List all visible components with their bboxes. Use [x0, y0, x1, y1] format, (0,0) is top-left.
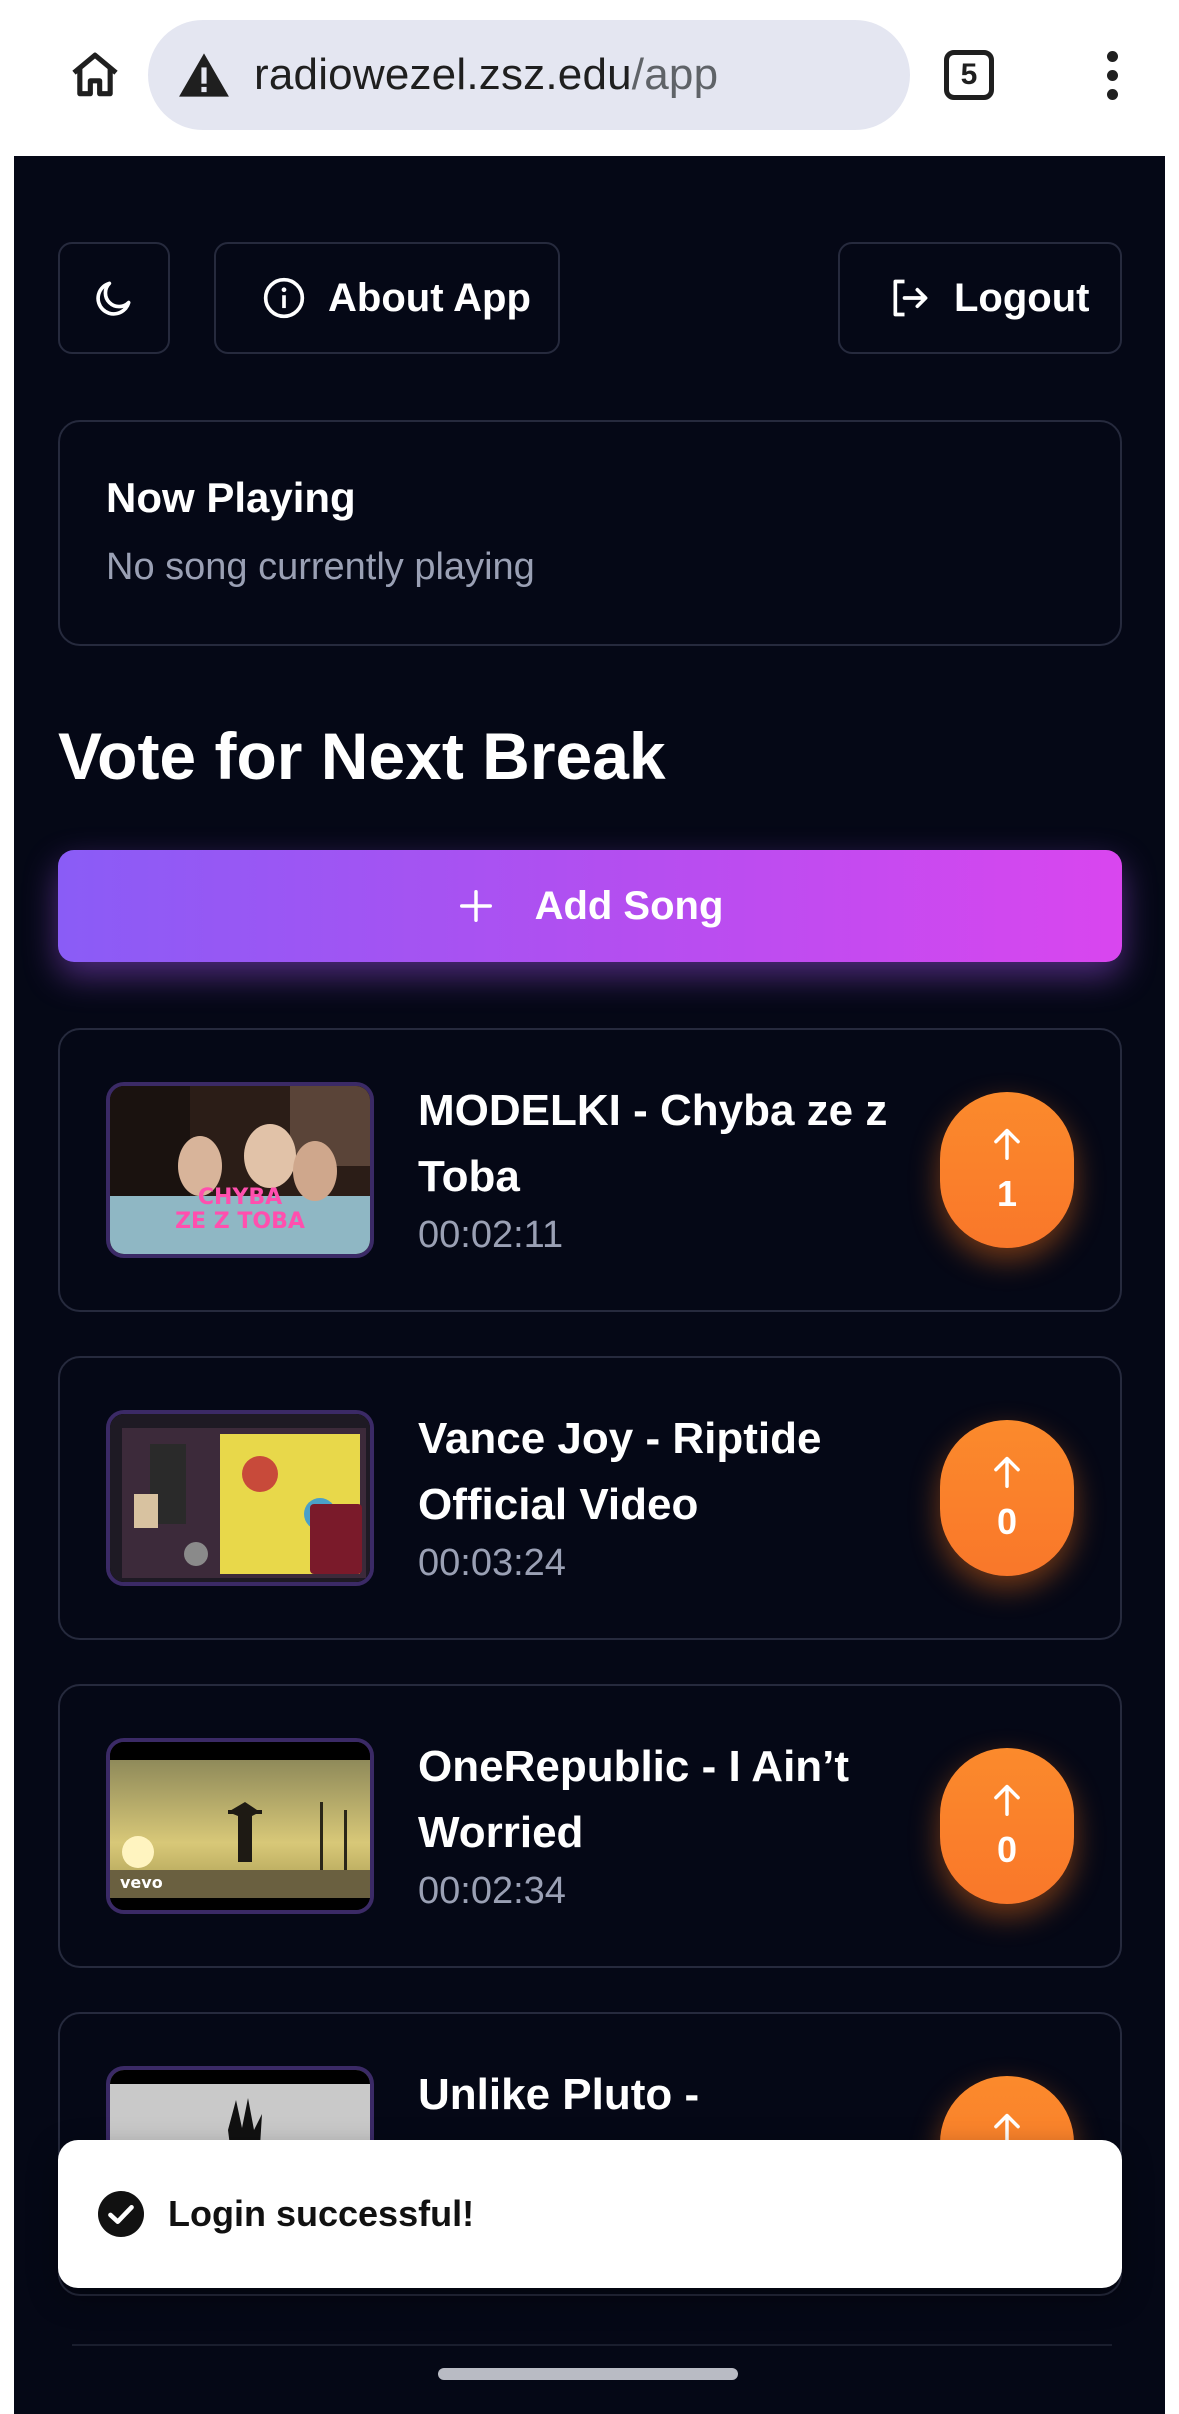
song-card: vevo OneRepublic - I Ain’t Worried 00:02… — [58, 1684, 1122, 1968]
moon-icon — [96, 281, 131, 316]
login-success-toast: Login successful! — [58, 2140, 1122, 2288]
theme-toggle-button[interactable] — [58, 242, 170, 354]
vevo-logo: vevo — [120, 1873, 163, 1892]
divider — [72, 2344, 1112, 2346]
upvote-button[interactable]: 0 — [940, 1420, 1074, 1576]
warning-icon[interactable] — [178, 49, 230, 101]
song-duration: 00:02:11 — [418, 1214, 564, 1256]
info-icon — [263, 277, 305, 319]
check-circle-icon — [98, 2191, 144, 2237]
song-duration: 00:02:34 — [418, 1870, 566, 1912]
song-title: Unlike Pluto - — [418, 2070, 700, 2119]
home-icon[interactable] — [50, 40, 140, 110]
address-bar[interactable]: radiowezel.zsz.edu/app — [148, 20, 910, 130]
about-app-button[interactable]: About App — [214, 242, 560, 354]
song-card: Vance Joy - Riptide Official Video 00:03… — [58, 1356, 1122, 1640]
logout-icon — [893, 279, 928, 317]
upvote-button[interactable]: 0 — [940, 1748, 1074, 1904]
url-path: /app — [631, 50, 719, 99]
plus-icon — [459, 890, 492, 922]
gesture-home-indicator[interactable] — [438, 2368, 738, 2380]
arrow-up-icon — [994, 1456, 1020, 1488]
upvote-button[interactable]: 1 — [940, 1092, 1074, 1248]
song-thumbnail: CHYBA ZE Z TOBA — [106, 1082, 374, 1258]
logout-button[interactable]: Logout — [838, 242, 1122, 354]
about-app-label: About App — [328, 275, 531, 320]
toast-message: Login successful! — [168, 2193, 475, 2234]
arrow-up-icon — [994, 1784, 1020, 1816]
more-menu-icon[interactable] — [1092, 40, 1132, 110]
vote-count: 0 — [996, 1829, 1018, 1870]
add-song-button[interactable]: Add Song — [58, 850, 1122, 962]
url-text: radiowezel.zsz.edu/app — [254, 50, 718, 100]
song-duration: 00:03:24 — [418, 1542, 566, 1584]
song-thumbnail — [106, 1410, 374, 1586]
now-playing-card: Now Playing No song currently playing — [58, 420, 1122, 646]
tab-switcher-button[interactable]: 5 — [938, 44, 1000, 106]
thumbnail-text-line-2: ZE Z TOBA — [175, 1209, 305, 1234]
song-title: OneRepublic - I Ain’t Worried — [418, 1742, 850, 1857]
now-playing-title: Now Playing — [106, 474, 356, 521]
vote-count: 0 — [996, 1501, 1018, 1542]
url-host: radiowezel.zsz.edu — [254, 50, 632, 99]
song-card: CHYBA ZE Z TOBA MODELKI - Chyba ze z Tob… — [58, 1028, 1122, 1312]
thumbnail-text-line-1: CHYBA — [198, 1185, 282, 1210]
now-playing-status: No song currently playing — [106, 546, 535, 588]
tab-count: 5 — [944, 50, 994, 100]
browser-toolbar: radiowezel.zsz.edu/app 5 — [14, 0, 1165, 156]
add-song-label: Add Song — [534, 883, 724, 928]
app-viewport: About App Logout Now Playing No song cur… — [14, 156, 1165, 2414]
song-title: MODELKI - Chyba ze z Toba — [418, 1086, 888, 1201]
song-thumbnail: vevo — [106, 1738, 374, 1914]
arrow-up-icon — [994, 1128, 1020, 1160]
vote-count: 1 — [996, 1173, 1018, 1214]
vote-section-title: Vote for Next Break — [58, 719, 666, 793]
logout-label: Logout — [954, 275, 1090, 320]
song-title: Vance Joy - Riptide Official Video — [418, 1414, 822, 1529]
